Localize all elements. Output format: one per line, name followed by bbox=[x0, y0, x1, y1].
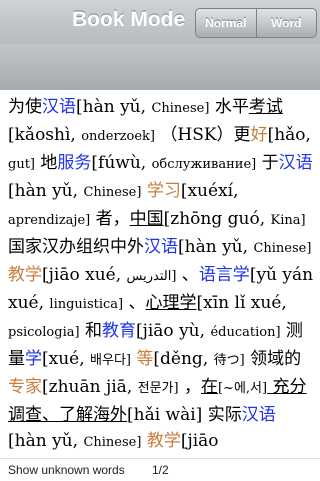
text-segment: 国家汉办组织中外 bbox=[8, 237, 144, 257]
underlined-word: 在 bbox=[200, 377, 218, 397]
text-segment: linguistica] bbox=[49, 297, 124, 312]
text-segment: [kǎoshì, bbox=[8, 125, 82, 145]
vocab-word[interactable]: 专家 bbox=[8, 377, 42, 397]
segment-word[interactable]: Word bbox=[255, 9, 317, 37]
vocab-word[interactable]: 等 bbox=[136, 349, 153, 369]
text-segment: 水平 bbox=[209, 97, 249, 117]
show-unknown-words-toggle[interactable]: Show unknown words bbox=[8, 463, 125, 477]
text-segment: aprendizaje] bbox=[8, 213, 91, 228]
page-title: Book Mode bbox=[72, 8, 186, 31]
text-segment: [xué, bbox=[42, 349, 91, 369]
text-segment: [zhuān jiā, bbox=[42, 377, 138, 397]
text-segment: [hàn yǔ, bbox=[178, 237, 254, 257]
text-segment: 地 bbox=[35, 153, 58, 173]
text-segment: 者， bbox=[90, 209, 130, 229]
text-segment: [jiāo xué, bbox=[42, 265, 127, 285]
text-segment: psicologia] bbox=[8, 325, 80, 340]
text-segment: [fúwù, bbox=[91, 153, 152, 173]
text-segment: 전문가] bbox=[137, 381, 179, 396]
vocab-word[interactable]: 汉语 bbox=[42, 97, 76, 117]
text-segment: [hàn yǔ, bbox=[8, 431, 84, 451]
text-segment: [hǎi wài] bbox=[127, 405, 203, 425]
text-segment: 待つ] bbox=[213, 353, 245, 368]
underlined-word: 考试 bbox=[248, 97, 283, 117]
segment-normal[interactable]: Normal bbox=[196, 9, 256, 37]
underlined-word: 心理学 bbox=[145, 293, 197, 313]
text-segment: onderzoek] bbox=[81, 129, 155, 144]
nav-bar: Book Mode Normal Word bbox=[0, 0, 320, 90]
text-segment: （HSK）更 bbox=[154, 125, 251, 145]
text-segment: Chinese] bbox=[83, 435, 142, 450]
text-segment: [jiāo bbox=[180, 431, 219, 451]
text-segment: [jiāo yù, bbox=[135, 321, 211, 341]
mode-segmented-control[interactable]: Normal Word bbox=[195, 8, 317, 38]
underlined-word: 了解海外 bbox=[59, 405, 127, 425]
vocab-word[interactable]: 好 bbox=[251, 125, 268, 145]
nav-bar-shade bbox=[0, 44, 320, 90]
text-segment: обслуживание] bbox=[151, 157, 257, 172]
vocab-word[interactable]: 服务 bbox=[57, 153, 91, 173]
text-segment: éducation] bbox=[210, 325, 281, 340]
footer-bar: Show unknown words 1/2 bbox=[0, 458, 320, 481]
vocab-word[interactable]: 教学 bbox=[8, 265, 42, 285]
text-segment: [hàn yǔ, bbox=[76, 97, 152, 117]
text-segment: 于 bbox=[256, 153, 279, 173]
text-segment: gut] bbox=[8, 157, 35, 172]
text-segment: 、 bbox=[176, 265, 199, 285]
text-segment: 、 bbox=[123, 293, 146, 313]
vocab-word[interactable]: 教育 bbox=[102, 321, 136, 341]
text-segment: 和 bbox=[79, 321, 102, 341]
text-segment: [děng, bbox=[153, 349, 214, 369]
text-segment: [zhōng guó, bbox=[163, 209, 271, 229]
text-segment: Chinese] bbox=[151, 101, 210, 116]
text-segment: Chinese] bbox=[83, 185, 142, 200]
underlined-word: 中国 bbox=[129, 209, 164, 229]
vocab-word[interactable]: 汉语 bbox=[144, 237, 178, 257]
text-segment: [hǎo, bbox=[267, 125, 311, 145]
vocab-word[interactable]: 学 bbox=[25, 349, 42, 369]
page-indicator: 1/2 bbox=[152, 463, 169, 477]
text-segment: [xuéxí, bbox=[180, 181, 239, 201]
text-segment: [xīn lǐ xué, bbox=[196, 293, 287, 313]
text-segment: 实际 bbox=[202, 405, 242, 425]
text-segment: التدريس] bbox=[126, 269, 177, 284]
vocab-word[interactable]: 语言学 bbox=[199, 265, 250, 285]
text-segment: Kina] bbox=[270, 213, 306, 228]
vocab-word[interactable]: 汉语 bbox=[279, 153, 313, 173]
vocab-word[interactable]: 汉语 bbox=[242, 405, 276, 425]
text-segment: 为使 bbox=[8, 97, 42, 117]
reading-text[interactable]: 为使汉语[hàn yǔ, Chinese] 水平考试[kǎoshì, onder… bbox=[8, 94, 314, 458]
text-segment: ， bbox=[178, 377, 201, 397]
vocab-word[interactable]: 学习 bbox=[147, 181, 181, 201]
text-segment: [hàn yǔ, bbox=[8, 181, 84, 201]
text-segment: [~에,서] bbox=[217, 381, 268, 396]
text-segment: Chinese] bbox=[253, 241, 312, 256]
text-segment: 领域的 bbox=[244, 349, 302, 369]
vocab-word[interactable]: 教学 bbox=[147, 431, 181, 451]
text-segment: 배우다] bbox=[90, 353, 131, 368]
